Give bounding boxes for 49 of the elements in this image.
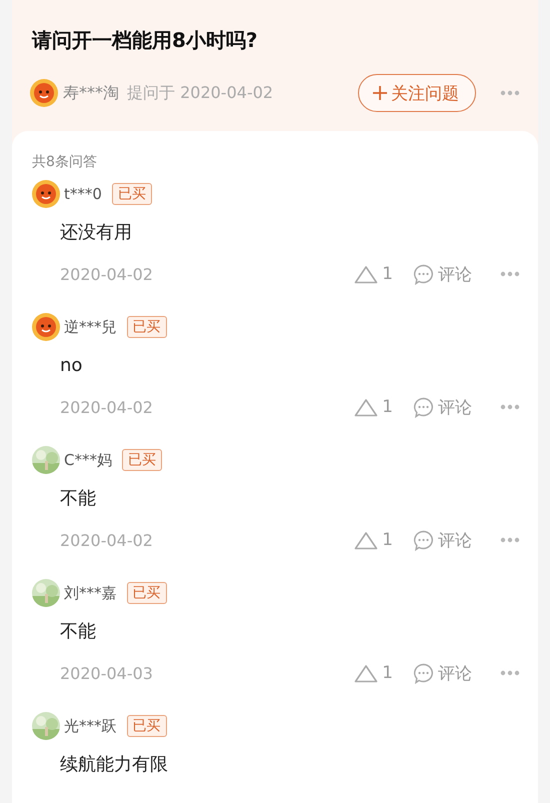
avatar-icon <box>32 180 60 208</box>
more-icon[interactable] <box>500 271 520 277</box>
comment-button[interactable]: 评论 <box>413 662 472 684</box>
comment-icon <box>413 264 434 284</box>
user-name: t***0 <box>64 185 102 203</box>
more-icon[interactable] <box>500 537 520 543</box>
answer-count: 共8条问答 <box>32 153 97 172</box>
answer-date: 2020-04-03 <box>60 664 154 682</box>
question-title: 请问开一档能用8小时吗? <box>32 27 259 54</box>
like-button[interactable]: 1 <box>354 663 393 683</box>
more-icon[interactable] <box>500 670 520 676</box>
avatar-icon <box>30 79 58 107</box>
more-icon[interactable] <box>500 90 520 96</box>
asked-date: 提问于 2020-04-02 <box>127 82 274 104</box>
answer-text: 还没有用 <box>60 221 133 245</box>
comment-icon <box>413 662 434 684</box>
comment-button[interactable]: 评论 <box>413 396 472 418</box>
plus-icon <box>373 86 387 100</box>
answer-text: 续航能力有限 <box>60 753 169 777</box>
purchased-badge: 已买 <box>126 715 166 737</box>
purchased-badge: 已买 <box>112 183 152 205</box>
comment-icon <box>413 530 434 550</box>
like-button[interactable]: 1 <box>354 397 393 417</box>
comment-button[interactable]: 评论 <box>413 262 472 286</box>
user-name: 逆***兒 <box>64 318 116 336</box>
purchased-badge: 已买 <box>126 316 166 338</box>
user-name: C***妈 <box>64 450 112 470</box>
comment-button[interactable]: 评论 <box>413 528 472 552</box>
comment-icon <box>413 396 434 418</box>
answer-text: 不能 <box>60 487 97 511</box>
answer-date: 2020-04-02 <box>60 398 154 416</box>
like-button[interactable]: 1 <box>354 530 393 550</box>
asker-name: 寿***淘 <box>63 82 119 104</box>
user-name: 刘***嘉 <box>64 584 116 602</box>
answer-text: 不能 <box>60 620 97 644</box>
purchased-badge: 已买 <box>126 582 166 604</box>
avatar-icon <box>32 313 60 341</box>
triangle-icon <box>354 664 378 682</box>
like-button[interactable]: 1 <box>354 264 393 284</box>
triangle-icon <box>354 530 378 550</box>
answer-date: 2020-04-02 <box>60 264 154 284</box>
triangle-icon <box>354 398 378 416</box>
user-name: 光***跃 <box>64 716 116 736</box>
follow-button[interactable]: 关注问题 <box>358 74 476 112</box>
answer-date: 2020-04-02 <box>60 530 154 550</box>
purchased-badge: 已买 <box>122 449 162 471</box>
answer-text: no <box>60 354 84 378</box>
more-icon[interactable] <box>500 404 520 410</box>
triangle-icon <box>354 264 378 284</box>
